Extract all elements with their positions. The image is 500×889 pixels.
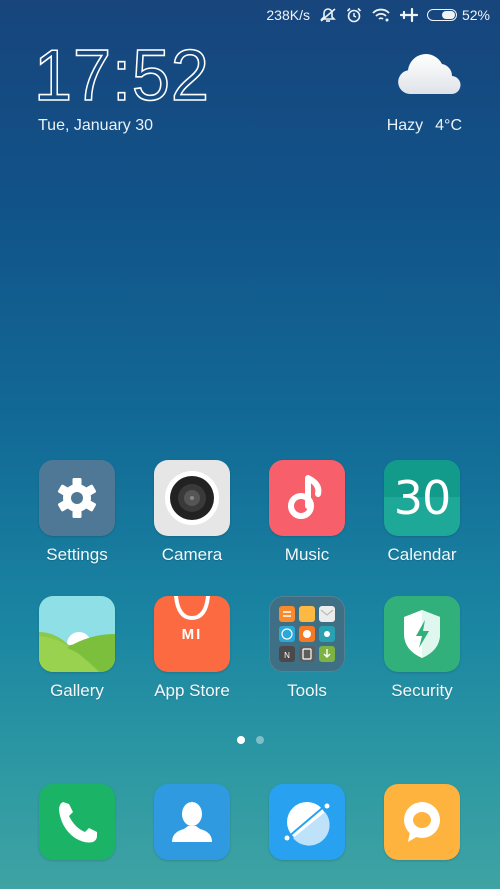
clock-widget[interactable]: 17:52 [33,36,219,116]
landscape-icon [39,596,115,672]
weather-temperature: 4°C [435,117,462,134]
contact-person-icon [154,784,230,860]
status-bar: 238K/s 52% [0,0,500,30]
app-settings[interactable]: Settings [27,460,127,565]
app-label: Gallery [50,681,104,700]
app-calendar[interactable]: 30 Calendar [372,460,472,565]
battery-icon [426,9,457,21]
weather-info[interactable]: Hazy 4°C [387,117,462,135]
page-dot-2[interactable] [255,736,264,744]
page-indicator [0,736,500,744]
app-label: Settings [46,545,108,564]
app-app-store[interactable]: MI App Store [142,596,242,701]
app-music[interactable]: Music [257,460,357,565]
cloud-icon[interactable] [396,52,464,101]
music-note-icon [269,460,345,536]
app-label: Music [284,545,330,564]
dock-messaging[interactable] [372,784,472,860]
battery-indicator: 52% [426,7,490,23]
calendar-day: 30 [393,471,452,525]
dock-contacts[interactable] [142,784,242,860]
app-gallery[interactable]: Gallery [27,596,127,701]
phone-icon [39,784,115,860]
home-screen: 238K/s 52% 17:52 Tue, January 30 Hazy 4°… [0,0,500,889]
app-security[interactable]: Security [372,596,472,701]
mi-logo: MI [181,626,203,643]
battery-percent: 52% [461,7,490,23]
page-dot-1[interactable] [236,736,245,744]
calendar-icon: 30 [384,460,460,536]
app-label: Camera [161,545,223,564]
notifications-muted-icon [319,7,337,23]
battery-fill [441,11,455,19]
app-tools-folder[interactable]: N Tools [257,596,357,701]
alarm-icon [346,7,362,23]
browser-planet-icon [269,784,345,860]
wifi-icon [371,7,391,23]
app-label: App Store [154,681,230,700]
shield-icon [384,596,460,672]
gear-icon [39,460,115,536]
app-camera[interactable]: Camera [142,460,242,565]
camera-lens-icon [154,460,230,536]
folder-icon: N [269,596,345,672]
clock-date[interactable]: Tue, January 30 [38,117,153,135]
shopping-bag-icon: MI [154,596,230,672]
dock-browser[interactable] [257,784,357,860]
network-speed: 238K/s [266,7,310,23]
chat-bubble-icon [384,784,460,860]
svg-text:N: N [284,651,290,660]
app-label: Security [391,681,453,700]
clock-time: 17:52 [33,36,210,116]
app-label: Calendar [387,545,457,564]
weather-condition: Hazy [386,117,424,134]
airplane-mode-icon [399,7,418,23]
app-label: Tools [287,681,327,700]
dock-phone[interactable] [27,784,127,860]
